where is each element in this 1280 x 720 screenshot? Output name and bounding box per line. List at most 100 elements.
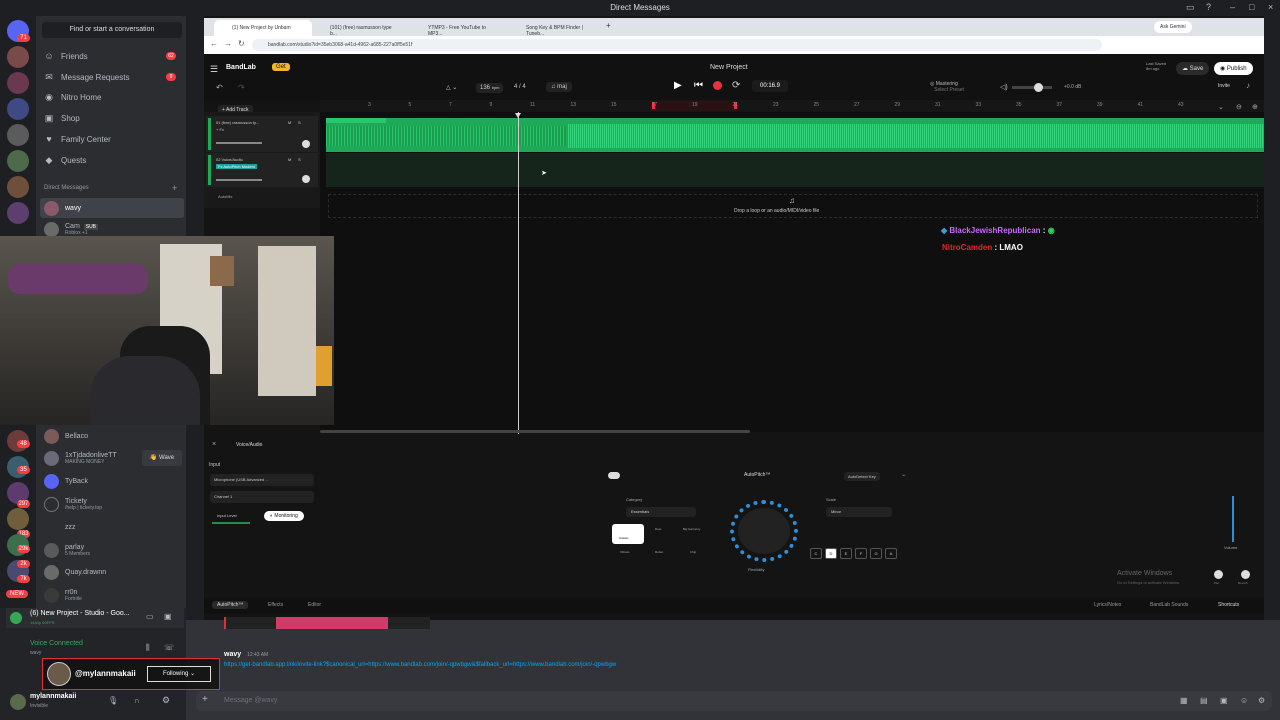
preset-duet[interactable]: Duet	[655, 527, 661, 531]
volume-fader[interactable]	[1232, 496, 1234, 542]
sticker-icon[interactable]: ▣	[1220, 696, 1228, 705]
browser-tab[interactable]: YTMP3 - Free YouTube to MP3...	[410, 20, 506, 37]
preset-classic[interactable]: Classic	[612, 524, 644, 544]
preset-vibrato[interactable]: Vibrato	[620, 550, 629, 554]
save-button[interactable]: ☁ Save	[1176, 62, 1210, 75]
dm-item[interactable]: parlay 5 Members	[40, 540, 184, 560]
solo-button[interactable]: S	[298, 120, 301, 125]
redo-icon[interactable]: ↷	[238, 83, 245, 92]
browser-tab[interactable]: (101) (free) rasmusson type b...	[312, 20, 408, 37]
nav-friends[interactable]: ☺ Friends 62	[44, 47, 184, 65]
new-tab-icon[interactable]: +	[606, 21, 611, 30]
apps-icon[interactable]: ⚙	[1258, 696, 1265, 705]
headphones-icon[interactable]: ∩	[134, 696, 140, 705]
notifications-icon[interactable]: ♪	[1246, 81, 1250, 90]
collapse-icon[interactable]: ⌄	[1218, 103, 1224, 111]
scale-select[interactable]: Minor	[826, 507, 892, 517]
dm-item[interactable]: wavy	[40, 198, 184, 218]
mute-button[interactable]: M	[288, 157, 291, 162]
help-icon[interactable]: ?	[1206, 2, 1211, 12]
inbox-icon[interactable]: ▭	[1186, 2, 1195, 13]
browser-tab[interactable]: Song Key & BPM Finder | Tuneb...	[508, 20, 606, 37]
server-icon[interactable]	[7, 124, 29, 146]
track-header[interactable]: 02 Voice/Audio Fx AutoPitch Modern M S	[206, 153, 318, 187]
reverb-knob[interactable]	[1241, 570, 1250, 579]
loop-icon[interactable]: ⟳	[732, 80, 740, 91]
autopitch-info-icon[interactable]: ⌁	[902, 472, 906, 479]
category-select[interactable]: Essentials	[626, 507, 696, 517]
message-author[interactable]: wavy	[224, 651, 241, 658]
record-icon[interactable]	[713, 81, 722, 90]
track-volume-slider[interactable]	[216, 179, 262, 181]
project-title[interactable]: New Project	[710, 64, 748, 71]
playhead-handle[interactable]	[515, 113, 521, 118]
server-icon[interactable]	[7, 46, 29, 68]
dm-item[interactable]: Bellaco	[40, 426, 184, 446]
zoom-in-icon[interactable]: ⊕	[1252, 103, 1258, 111]
pan-knob[interactable]	[1214, 570, 1223, 579]
scale-key-button[interactable]: G	[870, 548, 882, 559]
time-signature[interactable]: 4 / 4	[514, 84, 526, 90]
dm-item[interactable]: Quay.drawnn	[40, 562, 184, 582]
browser-tab[interactable]: (1) New Project by Unbam	[214, 20, 312, 36]
gif-icon[interactable]: ▤	[1200, 696, 1208, 705]
bandlab-sounds-button[interactable]: BandLab Sounds	[1150, 602, 1188, 608]
tab-autopitch[interactable]: AutoPitch™	[212, 601, 249, 609]
track-pan-knob[interactable]	[302, 175, 310, 183]
skip-back-icon[interactable]: ⏮	[694, 80, 703, 91]
volume-knob[interactable]	[1034, 83, 1043, 92]
dm-item[interactable]: Tickety /help | tickety.top	[40, 494, 184, 514]
address-bar[interactable]: bandlab.com/studio?id=35eb3068-a41d-4962…	[252, 39, 1102, 51]
voice-channel[interactable]: wavy	[30, 650, 41, 656]
maximize-icon[interactable]: □	[1249, 2, 1254, 12]
following-button[interactable]: Following ⌄	[147, 666, 211, 682]
timeline-ruler[interactable]	[320, 100, 1264, 112]
get-button[interactable]: Get	[272, 63, 290, 71]
scale-key-button[interactable]: F	[855, 548, 867, 559]
server-icon[interactable]	[7, 176, 29, 198]
server-icon[interactable]	[7, 72, 29, 94]
mic-icon[interactable]: 🎙	[108, 696, 118, 705]
zoom-out-icon[interactable]: ⊖	[1236, 103, 1242, 111]
mastering-button[interactable]: ◎ Mastering Select Preset	[930, 81, 964, 93]
invite-button[interactable]: Invite	[1218, 83, 1230, 89]
track-fx[interactable]: Fx AutoPitch Modern	[216, 164, 258, 169]
dm-item[interactable]: zzz	[40, 517, 184, 537]
shortcuts-button[interactable]: Shortcuts	[1218, 602, 1239, 608]
menu-icon[interactable]: ☰	[210, 64, 218, 75]
create-dm-icon[interactable]: +	[172, 183, 177, 193]
autodetect-key-button[interactable]: AutoDetect Key	[844, 472, 880, 481]
nav-quests[interactable]: ◆ Quests	[44, 151, 184, 169]
account-name[interactable]: mylannmakaii	[30, 693, 76, 700]
track-volume-slider[interactable]	[216, 142, 262, 144]
emoji-icon[interactable]: ☺	[1240, 696, 1248, 705]
horizontal-scrollbar[interactable]	[320, 430, 750, 433]
autopitch-toggle[interactable]	[608, 472, 620, 479]
nav-family-center[interactable]: ♥ Family Center	[44, 130, 184, 148]
play-icon[interactable]: ▶	[674, 80, 682, 91]
settings-icon[interactable]: ⚙	[162, 695, 170, 706]
find-conversation-button[interactable]: Find or start a conversation	[42, 22, 182, 38]
back-icon[interactable]: ←	[210, 39, 218, 48]
server-icon[interactable]	[7, 150, 29, 172]
message-link[interactable]: https://get-bandlab.app.link/invite-link…	[224, 662, 616, 668]
gift-icon[interactable]: ▦	[1180, 696, 1188, 705]
master-volume-slider[interactable]	[1012, 86, 1052, 89]
monitoring-button[interactable]: ◐ Monitoring	[264, 511, 304, 521]
microphone-select[interactable]: Microphone (USB Advanced ...	[210, 474, 314, 486]
image-embed[interactable]	[224, 617, 430, 629]
scale-key-button[interactable]: C	[810, 548, 822, 559]
scale-key-button[interactable]: D	[825, 548, 837, 559]
dm-item[interactable]: TyBack	[40, 471, 184, 491]
avatar[interactable]	[10, 694, 26, 710]
undo-icon[interactable]: ↶	[216, 83, 223, 92]
track-name[interactable]: 02 Voice/Audio	[216, 157, 243, 162]
channel-select[interactable]: Channel 1	[210, 491, 314, 503]
message-input[interactable]: Message @wavy	[224, 697, 277, 704]
reload-icon[interactable]: ↻	[238, 39, 245, 48]
screen-share-icon[interactable]: ▭	[146, 612, 154, 621]
close-icon[interactable]: ×	[1268, 2, 1273, 12]
voice-connected[interactable]: Voice Connected	[30, 640, 83, 647]
preset-big-harmony[interactable]: Big Harmony	[683, 527, 700, 531]
preset-chip[interactable]: Chip	[690, 550, 696, 554]
